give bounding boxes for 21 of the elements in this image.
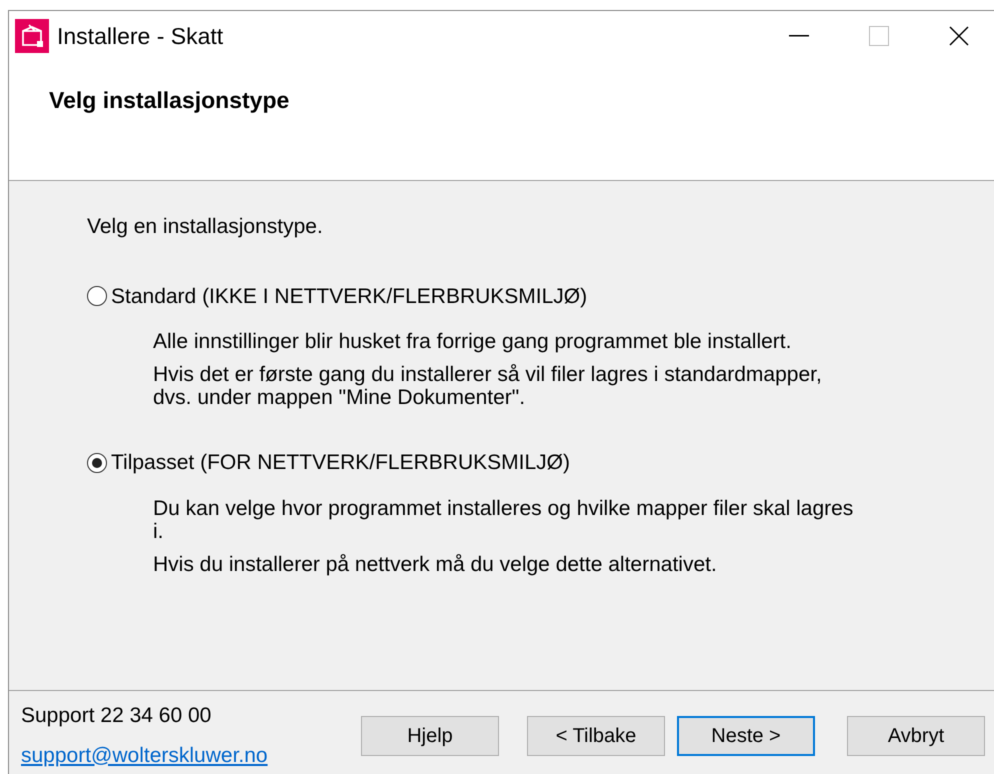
- maximize-icon: [869, 26, 889, 46]
- page-heading: Velg installasjonstype: [49, 87, 290, 113]
- option-description: Alle innstillinger blir husket fra forrige gang programmet ble installert.: [153, 330, 792, 353]
- dialog-button[interactable]: Avbryt: [847, 716, 985, 756]
- intro-text: Velg en installasjonstype.: [87, 214, 324, 240]
- radio-option[interactable]: Standard (IKKE I NETTVERK/FLERBRUKSMILJØ): [87, 280, 994, 312]
- close-icon: [949, 26, 969, 46]
- option-description: Hvis du installerer på nettverk må du velge dette alternativet.: [153, 552, 718, 576]
- support-email-link[interactable]: support@wolterskluwer.no: [21, 740, 351, 771]
- radio-button[interactable]: [87, 452, 107, 473]
- radio-option[interactable]: Tilpasset (FOR NETTVERK/FLERBRUKSMILJØ): [87, 447, 994, 478]
- window-title: Installere - Skatt: [57, 22, 224, 51]
- option-description: Du kan velge hvor programmet installeres og hvilke mapper filer skal lagres i.: [153, 496, 854, 542]
- support-phone: Support 22 34 60 00: [21, 703, 212, 729]
- dialog-button[interactable]: Hjelp: [361, 716, 499, 756]
- package-icon: [15, 19, 49, 53]
- minimize-icon: [789, 35, 809, 37]
- dialog-button[interactable]: < Tilbake: [527, 716, 665, 756]
- option-description: Hvis det er første gang du installerer så vil filer lagres i standardmapper, dvs. under mappen "Mine Dokumenter".: [153, 363, 823, 409]
- radio-button[interactable]: [87, 286, 107, 306]
- dialog-button[interactable]: Neste >: [677, 716, 815, 756]
